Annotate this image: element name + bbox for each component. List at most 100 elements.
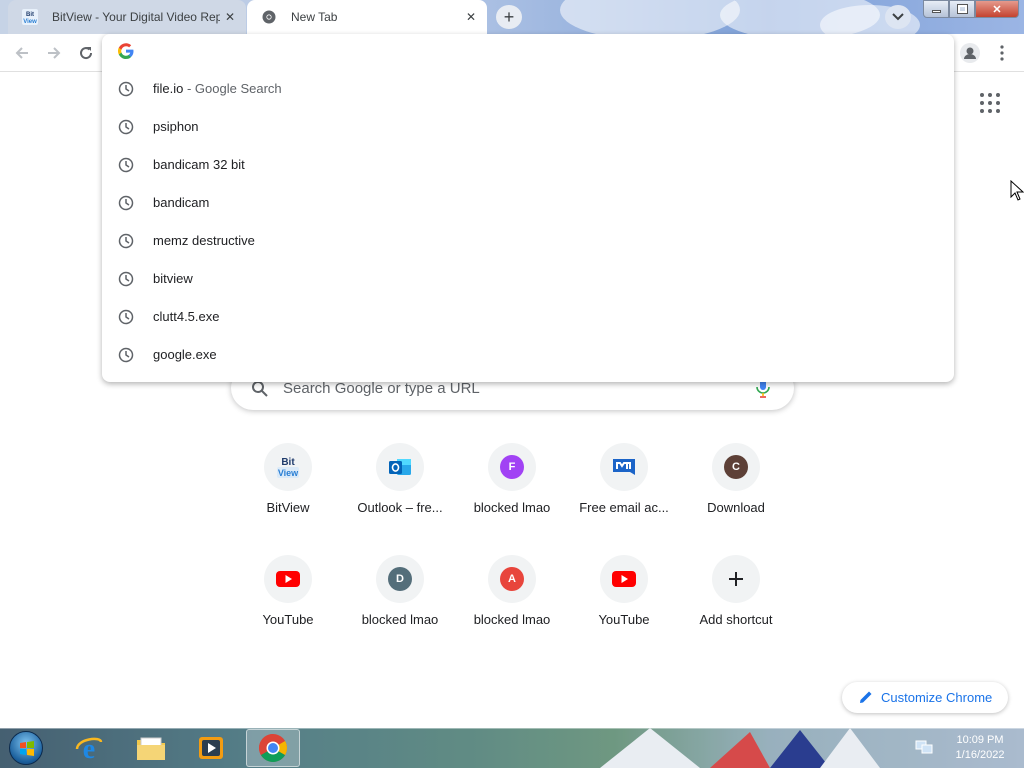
svg-text:View: View bbox=[278, 468, 299, 478]
shortcut-label: Free email ac... bbox=[579, 500, 669, 515]
history-clock-icon bbox=[118, 157, 134, 173]
shortcut-icon-container bbox=[264, 555, 312, 603]
suggestion-item[interactable]: google.exe bbox=[102, 336, 954, 374]
new-tab-button[interactable]: + bbox=[496, 5, 522, 29]
system-tray: 10:09 PM 1/16/2022 bbox=[905, 728, 1024, 768]
shortcut-label: Add shortcut bbox=[699, 612, 773, 627]
tab-bitview[interactable]: Bit View BitView - Your Digital Video Rep… bbox=[8, 0, 246, 34]
history-clock-icon bbox=[118, 347, 134, 363]
apps-grid-icon bbox=[980, 93, 984, 97]
youtube-icon bbox=[276, 571, 300, 587]
close-icon: ✕ bbox=[992, 3, 1002, 16]
apps-grid-icon bbox=[996, 109, 1000, 113]
back-button[interactable] bbox=[10, 41, 34, 65]
more-vert-icon bbox=[1000, 45, 1004, 61]
shortcut-icon-container bbox=[712, 555, 760, 603]
suggestion-text: bandicam bbox=[153, 195, 210, 210]
omnibox-dropdown: file.io - Google Search psiphon bandicam… bbox=[102, 34, 954, 382]
shortcut-icon-container bbox=[376, 443, 424, 491]
tab-strip: Bit View BitView - Your Digital Video Rep… bbox=[0, 0, 1024, 34]
clock-date[interactable]: 1/16/2022 bbox=[945, 749, 1015, 761]
apps-grid-icon bbox=[988, 101, 992, 105]
shortcut-tile[interactable]: YouTube bbox=[568, 555, 680, 667]
shortcut-tile[interactable]: Outlook – fre... bbox=[344, 443, 456, 555]
suggestion-text: google.exe bbox=[153, 347, 217, 362]
suggestion-item[interactable]: clutt4.5.exe bbox=[102, 298, 954, 336]
close-icon[interactable]: ✕ bbox=[222, 9, 238, 25]
shortcut-label: YouTube bbox=[598, 612, 650, 627]
history-clock-icon bbox=[118, 271, 134, 287]
close-window-button[interactable]: ✕ bbox=[975, 0, 1019, 18]
shortcut-tile[interactable]: D blocked lmao bbox=[344, 555, 456, 667]
apps-grid-icon bbox=[980, 101, 984, 105]
chrome-icon bbox=[259, 734, 287, 762]
tab-search-button[interactable] bbox=[885, 5, 911, 29]
outlook-icon bbox=[389, 459, 411, 475]
suggestion-text: bandicam 32 bit bbox=[153, 157, 245, 172]
suggestion-text: file.io - Google Search bbox=[153, 81, 282, 96]
network-icon[interactable] bbox=[915, 739, 933, 755]
suggestion-item[interactable]: bitview bbox=[102, 260, 954, 298]
tab-title: New Tab bbox=[291, 10, 338, 24]
shortcut-icon-container: D bbox=[376, 555, 424, 603]
windows-logo-icon bbox=[9, 731, 43, 765]
taskbar-media-player[interactable] bbox=[184, 729, 238, 767]
apps-grid-icon bbox=[996, 101, 1000, 105]
restore-button[interactable] bbox=[949, 0, 975, 18]
suggestion-item[interactable]: bandicam bbox=[102, 184, 954, 222]
shortcut-label: blocked lmao bbox=[473, 500, 551, 515]
google-g-icon bbox=[118, 43, 134, 59]
letter-icon: C bbox=[724, 455, 748, 479]
shortcut-tile[interactable]: A blocked lmao bbox=[456, 555, 568, 667]
shortcut-tile[interactable]: F blocked lmao bbox=[456, 443, 568, 555]
address-bar-input[interactable] bbox=[150, 42, 930, 62]
svg-text:Bit: Bit bbox=[281, 457, 295, 468]
chrome-menu-button[interactable] bbox=[990, 41, 1014, 65]
forward-arrow-icon bbox=[48, 47, 61, 59]
reload-button[interactable] bbox=[74, 41, 98, 65]
suggestion-item[interactable]: psiphon bbox=[102, 108, 954, 146]
account-icon bbox=[960, 43, 980, 63]
tab-new-tab[interactable]: New Tab ✕ bbox=[247, 0, 487, 34]
windows-taskbar: e 10:09 PM 1/16/2022 bbox=[0, 728, 1024, 768]
history-clock-icon bbox=[118, 119, 134, 135]
suggestion-item[interactable]: file.io - Google Search bbox=[102, 70, 954, 108]
mail-com-icon bbox=[613, 459, 635, 475]
shortcut-tile[interactable]: Free email ac... bbox=[568, 443, 680, 555]
letter-icon: A bbox=[500, 567, 524, 591]
suggestion-item[interactable]: bandicam 32 bit bbox=[102, 146, 954, 184]
letter-icon: D bbox=[388, 567, 412, 591]
wallpaper-cloud bbox=[560, 0, 740, 34]
add-shortcut-button[interactable]: Add shortcut bbox=[680, 555, 792, 667]
suggestion-source: - Google Search bbox=[183, 81, 282, 96]
svg-text:View: View bbox=[23, 19, 37, 25]
taskbar-chrome[interactable] bbox=[246, 729, 300, 767]
suggestion-item[interactable]: memz destructive bbox=[102, 222, 954, 260]
profile-button[interactable] bbox=[958, 41, 982, 65]
reload-icon bbox=[80, 47, 93, 60]
taskbar-windows-explorer[interactable] bbox=[124, 729, 178, 767]
forward-button[interactable] bbox=[42, 41, 66, 65]
google-apps-button[interactable] bbox=[977, 90, 1003, 116]
start-button[interactable] bbox=[4, 729, 48, 767]
suggestion-text: memz destructive bbox=[153, 233, 255, 248]
shortcut-icon-container: C bbox=[712, 443, 760, 491]
svg-text:Bit: Bit bbox=[26, 12, 34, 18]
shortcut-tile[interactable]: Bit View BitView bbox=[232, 443, 344, 555]
taskbar-internet-explorer[interactable]: e bbox=[62, 729, 116, 767]
shortcut-tile[interactable]: C Download bbox=[680, 443, 792, 555]
apps-grid-icon bbox=[988, 93, 992, 97]
customize-chrome-button[interactable]: Customize Chrome bbox=[842, 682, 1008, 713]
bitview-logo-icon: BitView bbox=[20, 7, 40, 27]
search-icon bbox=[252, 381, 268, 397]
shortcut-tile[interactable]: YouTube bbox=[232, 555, 344, 667]
history-clock-icon bbox=[118, 233, 134, 249]
clock-time[interactable]: 10:09 PM bbox=[945, 734, 1015, 746]
back-arrow-icon bbox=[15, 47, 28, 59]
shortcut-label: YouTube bbox=[262, 612, 314, 627]
shortcut-label: Download bbox=[707, 500, 765, 515]
close-icon[interactable]: ✕ bbox=[463, 9, 479, 25]
customize-label: Customize Chrome bbox=[881, 690, 993, 705]
minimize-button[interactable] bbox=[923, 0, 949, 18]
internet-explorer-icon: e bbox=[75, 734, 103, 763]
